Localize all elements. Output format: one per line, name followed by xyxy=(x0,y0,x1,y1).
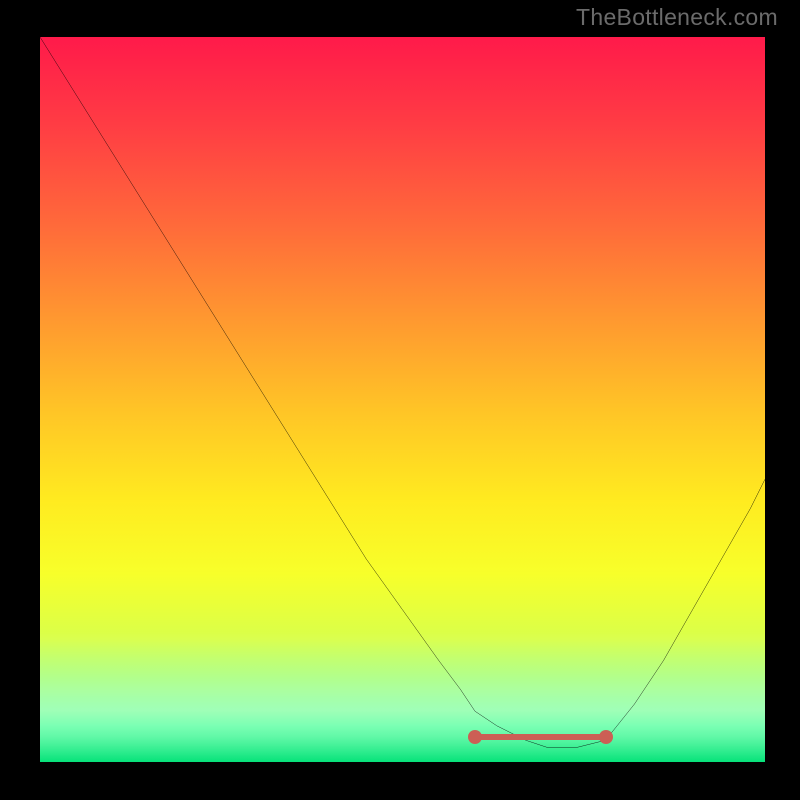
tolerance-band-dot-right xyxy=(599,730,613,744)
chart-frame: TheBottleneck.com xyxy=(0,0,800,800)
watermark-text: TheBottleneck.com xyxy=(576,4,778,31)
tolerance-band-dot-left xyxy=(468,730,482,744)
plot-area xyxy=(40,37,765,762)
curve-path xyxy=(40,37,765,748)
curve-svg xyxy=(40,37,765,762)
tolerance-band-line xyxy=(475,734,606,740)
